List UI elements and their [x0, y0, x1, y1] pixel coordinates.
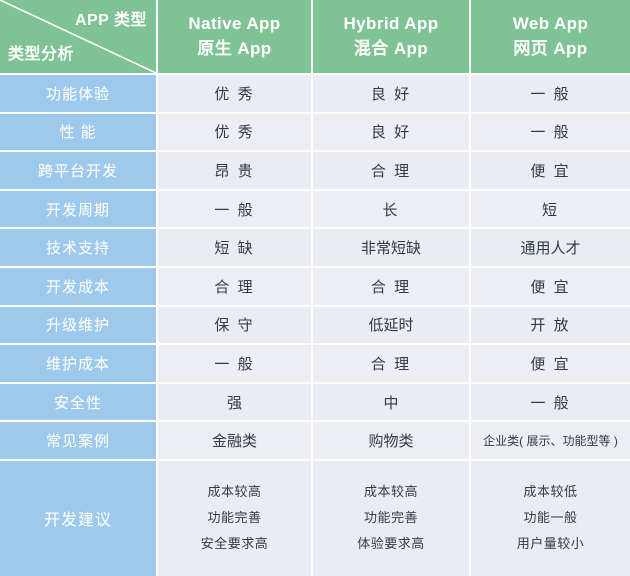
table-cell: 非常短缺: [313, 229, 471, 268]
table-cell: 优 秀: [158, 75, 313, 114]
table-cell: 中: [313, 383, 471, 423]
recommendation-cell-native: 成本较高 功能完善 安全要求高: [158, 460, 313, 576]
recommendation-line: 功能一般: [523, 510, 578, 526]
row-label: 功能体验: [0, 75, 158, 114]
table-cell: 金融类: [158, 422, 313, 461]
table-row: 维护成本 一 般 合 理 便 宜: [0, 345, 630, 384]
column-header-cn: 原生 App: [197, 38, 272, 58]
corner-top-label: APP 类型: [74, 12, 147, 29]
table-cell: 低延时: [313, 306, 471, 346]
row-label: 安全性: [0, 383, 158, 423]
corner-bottom-label: 类型分析: [8, 46, 75, 63]
table-row: 功能体验 优 秀 良 好 一 般: [0, 75, 630, 114]
column-header-cn: 网页 App: [513, 38, 588, 58]
column-header-cn: 混合 App: [353, 38, 429, 58]
recommendation-line: 功能完善: [363, 510, 418, 526]
table-cell: 短 缺: [158, 229, 313, 268]
table-row: 性 能 优 秀 良 好 一 般: [0, 113, 630, 153]
row-label: 跨平台开发: [0, 152, 158, 191]
recommendation-line: 成本较高: [207, 484, 262, 500]
table-header-row: APP 类型 类型分析 Native App 原生 App Hybrid App…: [0, 0, 630, 75]
recommendation-line: 功能完善: [207, 510, 262, 526]
table-cell: 企业类( 展示、功能型等 ): [471, 422, 630, 461]
row-label: 维护成本: [0, 345, 158, 384]
table-cell: 一 般: [158, 345, 313, 384]
row-label: 升级维护: [0, 306, 158, 346]
row-label: 性 能: [0, 113, 158, 153]
table-row: 开发成本 合 理 合 理 便 宜: [0, 267, 630, 307]
table-cell: 合 理: [313, 152, 471, 191]
table-cell: 通用人才: [471, 229, 630, 268]
table-cell: 优 秀: [158, 113, 313, 153]
column-header-en: Web App: [512, 13, 589, 33]
table-cell: 保 守: [158, 306, 313, 346]
row-label: 开发周期: [0, 190, 158, 230]
table-cell: 一 般: [471, 75, 630, 114]
row-label: 常见案例: [0, 422, 158, 461]
table-row: 跨平台开发 昂 贵 合 理 便 宜: [0, 152, 630, 191]
row-label: 技术支持: [0, 229, 158, 268]
recommendation-line: 体验要求高: [357, 536, 425, 552]
recommendation-line: 安全要求高: [200, 536, 269, 552]
table-cell: 强: [158, 383, 313, 423]
table-cell: 一 般: [158, 190, 313, 230]
table-row-recommendation: 开发建议 成本较高 功能完善 安全要求高 成本较高 功能完善 体验要求高 成本较…: [0, 460, 630, 576]
table-cell: 合 理: [158, 267, 313, 307]
column-header-en: Hybrid App: [343, 13, 439, 33]
column-header-web-app: Web App 网页 App: [471, 0, 630, 75]
table-cell: 便 宜: [471, 345, 630, 384]
table-cell: 合 理: [313, 267, 471, 307]
recommendation-line: 用户量较小: [516, 536, 585, 552]
recommendation-line: 成本较低: [523, 484, 578, 500]
table-row: 技术支持 短 缺 非常短缺 通用人才: [0, 229, 630, 268]
row-label: 开发建议: [0, 460, 158, 576]
recommendation-cell-hybrid: 成本较高 功能完善 体验要求高: [313, 460, 471, 576]
table-row: 升级维护 保 守 低延时 开 放: [0, 306, 630, 346]
table-cell: 一 般: [471, 383, 630, 423]
table-cell: 短: [471, 190, 630, 230]
table-cell: 一 般: [471, 113, 630, 153]
column-header-native-app: Native App 原生 App: [158, 0, 313, 75]
table-row: 安全性 强 中 一 般: [0, 383, 630, 423]
table-cell: 便 宜: [471, 267, 630, 307]
column-header-en: Native App: [188, 13, 281, 33]
header-corner-cell: APP 类型 类型分析: [0, 0, 158, 75]
table-cell: 便 宜: [471, 152, 630, 191]
app-type-comparison-table: APP 类型 类型分析 Native App 原生 App Hybrid App…: [0, 0, 630, 576]
row-label: 开发成本: [0, 267, 158, 307]
recommendation-cell-web: 成本较低 功能一般 用户量较小: [471, 460, 630, 576]
table-cell: 合 理: [313, 345, 471, 384]
table-cell: 长: [313, 190, 471, 230]
table-cell: 昂 贵: [158, 152, 313, 191]
table-cell: 良 好: [313, 113, 471, 153]
table-cell: 购物类: [313, 422, 471, 461]
table-row: 常见案例 金融类 购物类 企业类( 展示、功能型等 ): [0, 422, 630, 461]
table-row: 开发周期 一 般 长 短: [0, 190, 630, 230]
recommendation-line: 成本较高: [363, 484, 418, 500]
table-cell: 开 放: [471, 306, 630, 346]
column-header-hybrid-app: Hybrid App 混合 App: [313, 0, 471, 75]
table-cell: 良 好: [313, 75, 471, 114]
